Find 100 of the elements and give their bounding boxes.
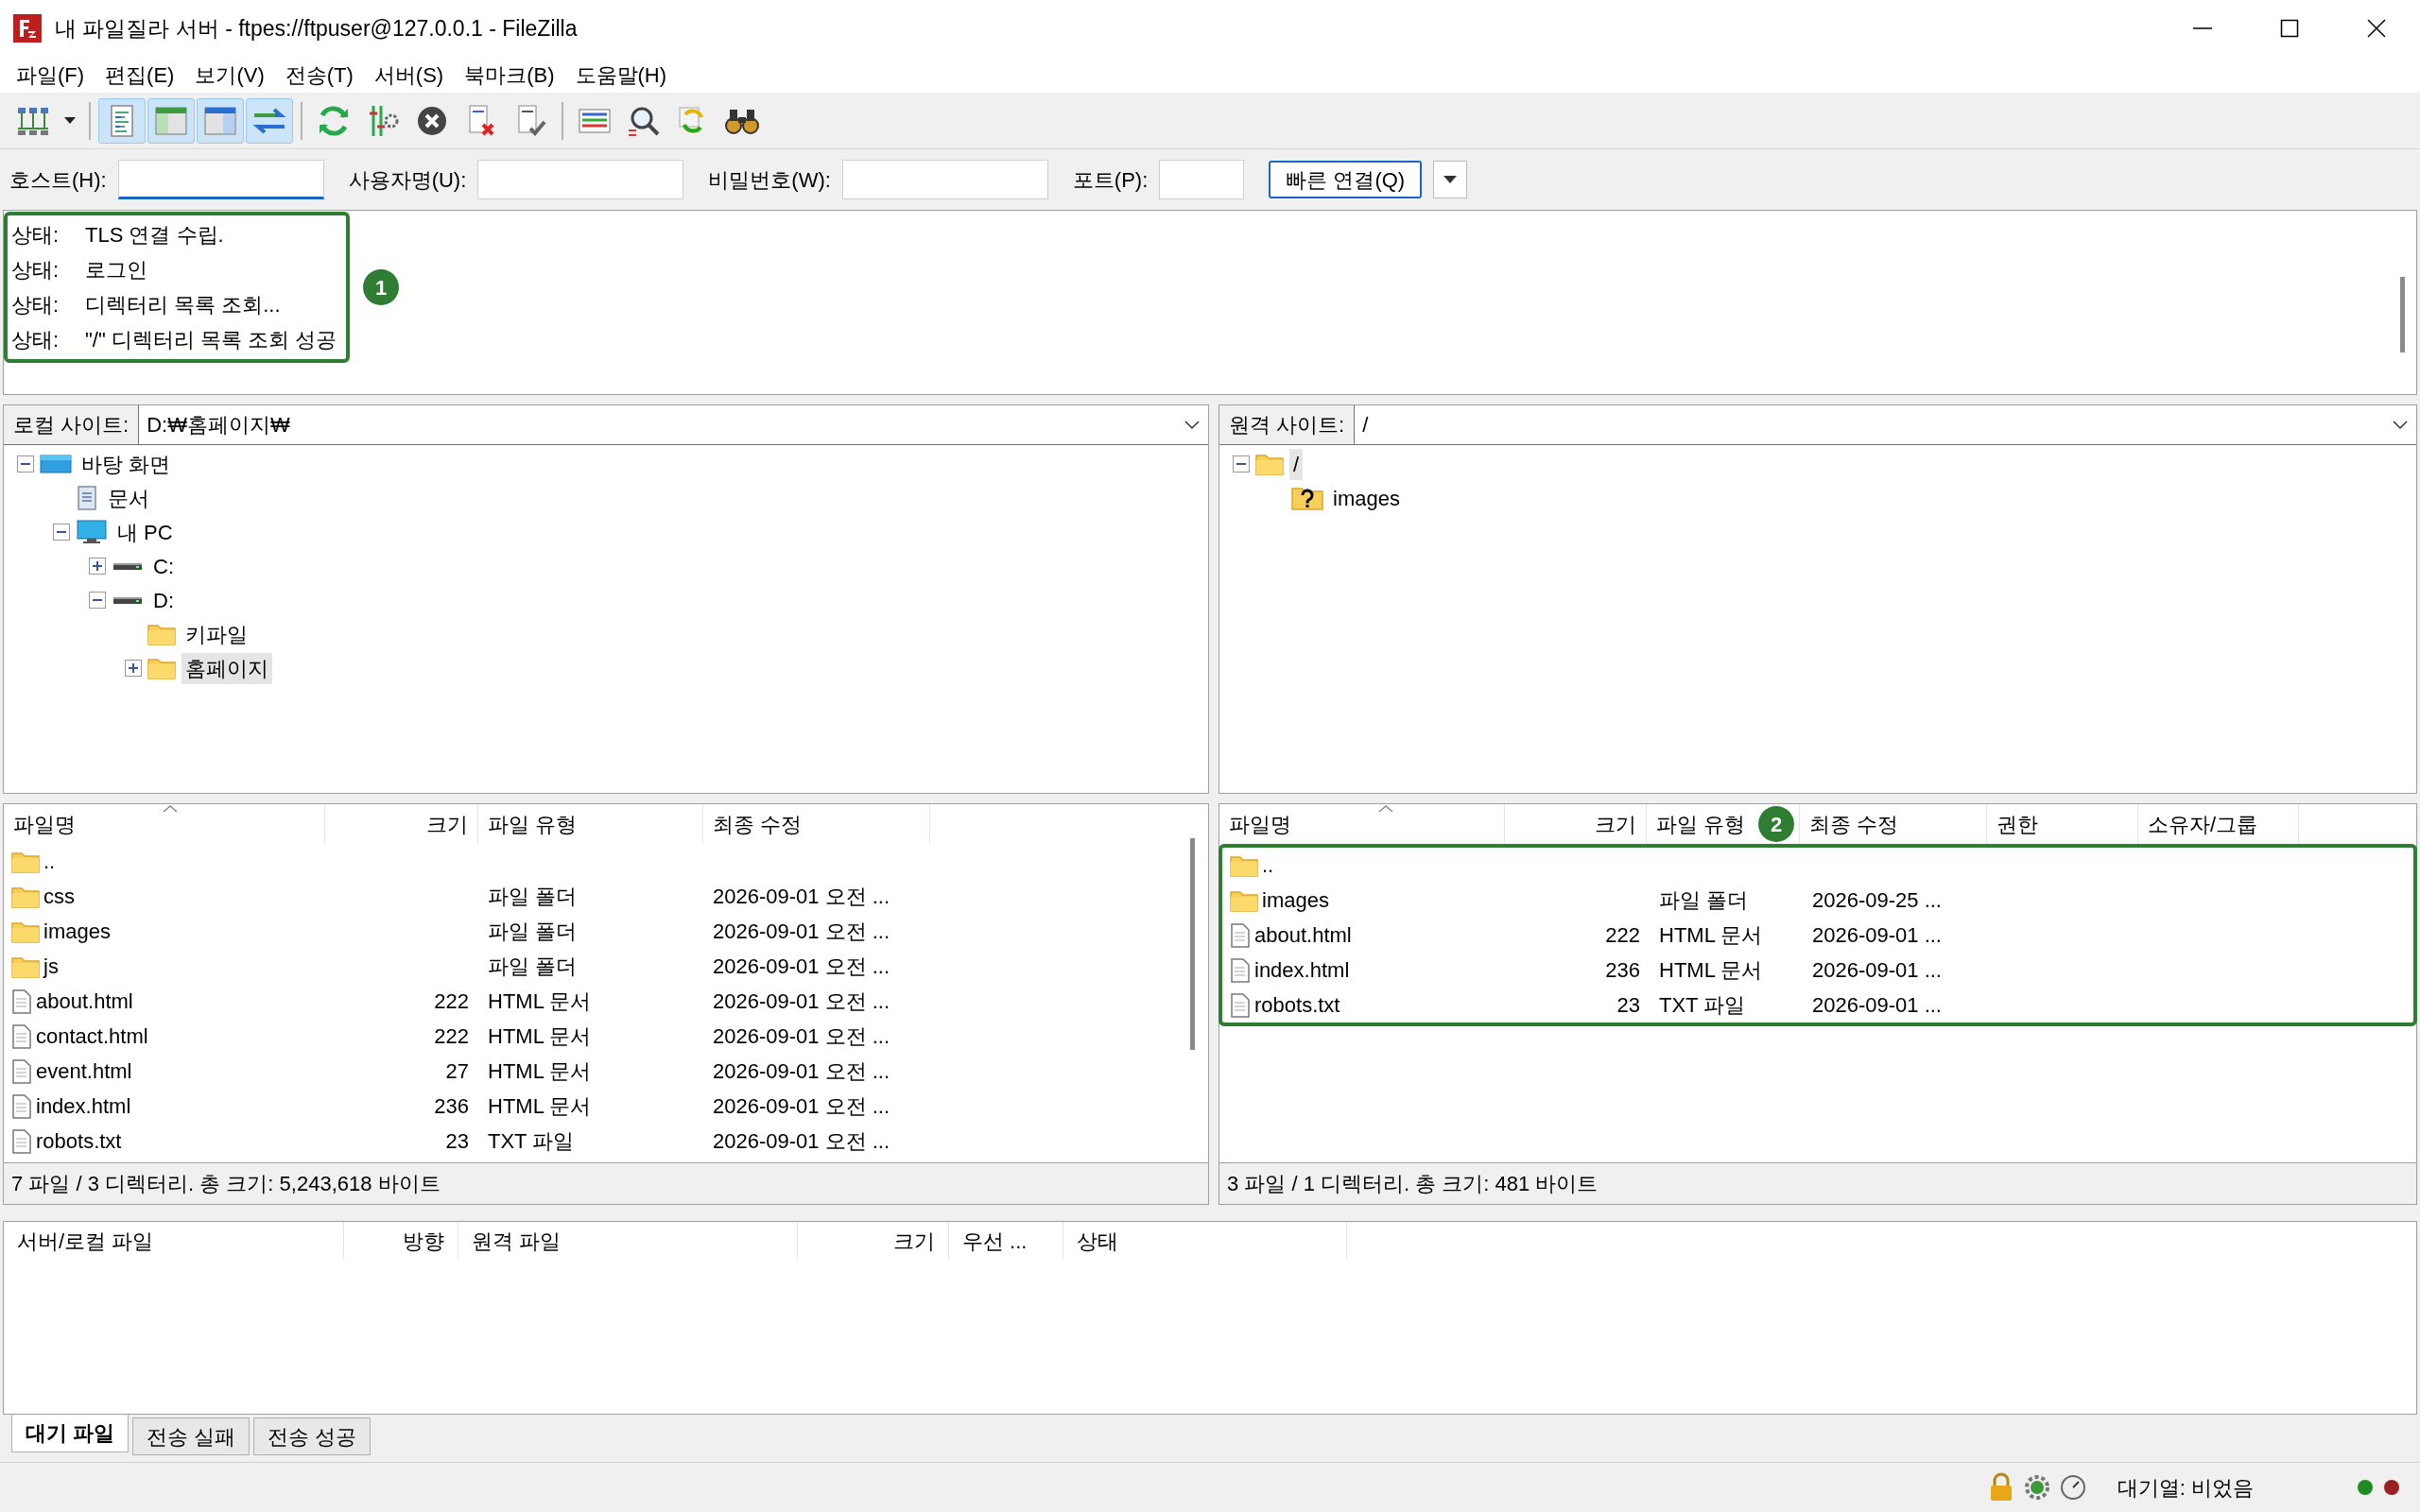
column-header[interactable]: 파일명 bbox=[4, 804, 325, 844]
modified-date: 2026-09-01 오전 ... bbox=[713, 954, 890, 978]
queue-tab[interactable]: 전송 성공 bbox=[253, 1418, 372, 1455]
column-header[interactable]: 최종 수정 bbox=[703, 804, 930, 844]
file-icon bbox=[11, 1058, 32, 1084]
modified-date: 2026-09-01 오전 ... bbox=[713, 1094, 890, 1118]
column-header[interactable]: 소유자/그룹 bbox=[2138, 804, 2299, 844]
minimize-icon bbox=[2193, 27, 2212, 29]
window-title: 내 파일질라 서버 - ftpes://ftpuser@127.0.0.1 - FileZilla bbox=[55, 14, 579, 43]
modified-date: 2026-09-01 ... bbox=[1812, 958, 1942, 982]
file-size: 236 bbox=[434, 1093, 469, 1120]
menu-item[interactable]: 서버(S) bbox=[363, 59, 455, 91]
queue-tab[interactable]: 전송 실패 bbox=[132, 1418, 251, 1455]
modified-date: 2026-09-01 오전 ... bbox=[713, 1059, 890, 1083]
scrollbar-thumb[interactable] bbox=[1190, 838, 1195, 1050]
tree-item[interactable]: 홈페이지 bbox=[182, 652, 272, 684]
field-label: 포트(P): bbox=[1072, 166, 1149, 194]
column-header[interactable]: 방향 bbox=[344, 1222, 458, 1260]
expander[interactable] bbox=[17, 455, 34, 472]
expander[interactable] bbox=[89, 558, 106, 575]
tree-item[interactable]: 내 PC bbox=[113, 516, 177, 548]
scrollbar-thumb[interactable] bbox=[2400, 277, 2405, 352]
input-field[interactable] bbox=[117, 160, 324, 199]
menu-item[interactable]: 편집(E) bbox=[95, 59, 185, 91]
file-size: 222 bbox=[1605, 922, 1640, 949]
close-icon bbox=[2366, 18, 2387, 39]
menu-item[interactable]: 전송(T) bbox=[274, 59, 364, 91]
input-field[interactable] bbox=[477, 160, 684, 199]
tree-item[interactable]: D: bbox=[149, 584, 178, 616]
tree-item[interactable]: 키파일 bbox=[182, 618, 251, 650]
status-label: 상태: bbox=[11, 292, 60, 318]
expander[interactable] bbox=[89, 592, 106, 609]
file-size: 222 bbox=[434, 1023, 469, 1050]
field-label: 비밀번호(W): bbox=[708, 166, 831, 194]
file-name[interactable]: index.html bbox=[36, 1091, 131, 1122]
file-name[interactable]: robots.txt bbox=[1254, 989, 1340, 1021]
callout-badge: 1 bbox=[363, 269, 400, 305]
column-header[interactable]: 크기 bbox=[1505, 804, 1647, 844]
file-name[interactable]: js bbox=[43, 951, 59, 982]
expander[interactable] bbox=[53, 524, 70, 541]
file-name[interactable]: contact.html bbox=[36, 1021, 148, 1052]
file-type: 파일 폴더 bbox=[488, 954, 578, 978]
status-label: 상태: bbox=[11, 257, 60, 284]
column-header[interactable]: 파일 유형 bbox=[478, 804, 703, 844]
column-header[interactable]: 원격 파일 bbox=[458, 1222, 798, 1260]
field-label: 사용자명(U): bbox=[348, 166, 467, 194]
file-name[interactable]: css bbox=[43, 881, 75, 912]
file-name[interactable]: .. bbox=[43, 846, 56, 877]
file-icon bbox=[11, 1023, 32, 1049]
menu-item[interactable]: 보기(V) bbox=[184, 59, 275, 91]
file-name[interactable]: images bbox=[43, 916, 111, 947]
menu-item[interactable]: 파일(F) bbox=[6, 59, 95, 91]
folder-icon bbox=[11, 954, 40, 978]
question-folder-icon bbox=[1291, 486, 1323, 510]
file-size: 23 bbox=[1616, 992, 1640, 1019]
tree-item[interactable]: / bbox=[1289, 448, 1304, 480]
column-header[interactable]: 최종 수정 bbox=[1800, 804, 1987, 844]
tree-item[interactable]: 바탕 화면 bbox=[78, 448, 175, 480]
file-name[interactable]: robots.txt bbox=[36, 1125, 122, 1157]
file-name[interactable]: event.html bbox=[36, 1056, 132, 1087]
column-header[interactable]: 파일명 bbox=[1219, 804, 1505, 844]
folder-icon bbox=[147, 623, 176, 645]
monitor-icon bbox=[40, 453, 72, 475]
computer-icon bbox=[76, 519, 108, 545]
input-field[interactable] bbox=[1159, 160, 1245, 199]
column-header[interactable]: 크기 bbox=[798, 1222, 949, 1260]
modified-date: 2026-09-01 오전 ... bbox=[713, 885, 890, 908]
column-header[interactable]: 서버/로컬 파일 bbox=[4, 1222, 344, 1260]
folder-icon bbox=[1230, 888, 1258, 912]
file-name[interactable]: index.html bbox=[1254, 954, 1350, 986]
expander[interactable] bbox=[1233, 455, 1250, 472]
modified-date: 2026-09-01 ... bbox=[1812, 923, 1942, 947]
folder-icon bbox=[147, 657, 176, 679]
indicator-light-icon bbox=[2382, 1478, 2401, 1497]
menu-item[interactable]: 북마크(B) bbox=[454, 59, 565, 91]
caret-icon bbox=[63, 116, 77, 125]
queue-tab[interactable]: 대기 파일 bbox=[11, 1415, 130, 1452]
file-name[interactable]: images bbox=[1262, 885, 1329, 916]
file-name[interactable]: about.html bbox=[1254, 919, 1352, 951]
file-size: 222 bbox=[434, 988, 469, 1015]
column-header[interactable]: 크기 bbox=[325, 804, 478, 844]
file-type: HTML 문서 bbox=[488, 1024, 592, 1048]
file-size: 236 bbox=[1605, 957, 1640, 984]
file-name[interactable]: about.html bbox=[36, 986, 133, 1017]
site-label: 원격 사이트: bbox=[1219, 405, 1356, 444]
menu-item[interactable]: 도움말(H) bbox=[564, 59, 678, 91]
column-header[interactable]: 권한 bbox=[1987, 804, 2138, 844]
dropdown-button[interactable] bbox=[1433, 161, 1468, 198]
tree-item[interactable]: images bbox=[1329, 482, 1404, 514]
modified-date: 2026-09-01 오전 ... bbox=[713, 1129, 890, 1153]
log-message: TLS 연결 수립. bbox=[85, 222, 225, 249]
directory-summary: 3 파일 / 1 디렉터리. 총 크기: 481 바이트 bbox=[1227, 1171, 1599, 1197]
column-header[interactable]: 상태 bbox=[1063, 1222, 1347, 1260]
file-name[interactable]: .. bbox=[1262, 850, 1274, 881]
tree-item[interactable]: C: bbox=[149, 550, 178, 582]
column-header[interactable]: 우선 ... bbox=[949, 1222, 1063, 1260]
tree-item[interactable]: 문서 bbox=[104, 482, 153, 514]
expander[interactable] bbox=[125, 660, 142, 677]
quick-connect-button[interactable]: 빠른 연결(Q) bbox=[1269, 161, 1423, 198]
input-field[interactable] bbox=[841, 160, 1048, 199]
